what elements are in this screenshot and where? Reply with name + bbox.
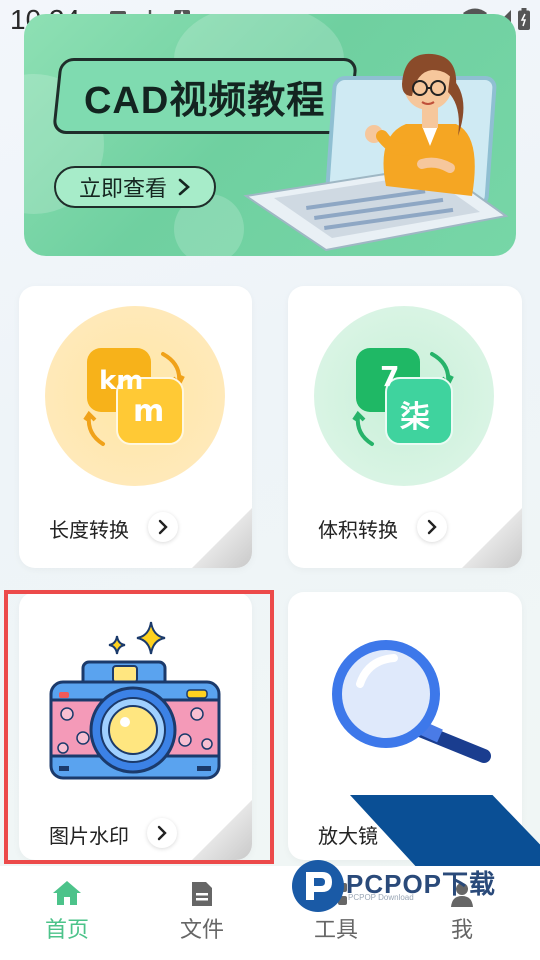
selection-highlight bbox=[4, 590, 274, 864]
view-now-button[interactable]: 立即查看 bbox=[54, 166, 216, 208]
page-curl-decoration bbox=[192, 508, 252, 568]
tab-files[interactable]: 文件 bbox=[157, 880, 247, 944]
magnifier-icon bbox=[332, 640, 491, 763]
tab-me-label: 我 bbox=[450, 918, 473, 943]
length-open-button[interactable] bbox=[148, 512, 178, 542]
tab-home-label: 首页 bbox=[44, 918, 89, 943]
volume-conversion-card[interactable]: 7 柒 体积转换 bbox=[288, 286, 522, 568]
length-conversion-card[interactable]: km m 长度转换 bbox=[19, 286, 252, 568]
view-now-label: 立即查看 bbox=[78, 177, 167, 202]
chevron-right-icon bbox=[427, 519, 437, 535]
length-icon-km: km bbox=[99, 366, 144, 396]
volume-open-button[interactable] bbox=[417, 512, 447, 542]
volume-icon-seven: 7 bbox=[380, 360, 400, 393]
volume-icon-qi: 柒 bbox=[400, 400, 430, 435]
watermark-subtitle: PCPOP Download bbox=[348, 893, 414, 902]
card-label: 体积转换 bbox=[318, 518, 398, 542]
laptop-teacher-illustration bbox=[243, 53, 509, 252]
tab-home[interactable]: 首页 bbox=[22, 880, 112, 944]
battery-icon bbox=[518, 8, 530, 30]
chevron-right-icon bbox=[158, 519, 168, 535]
home-icon bbox=[53, 881, 81, 905]
cad-tutorial-banner[interactable]: CAD视频教程 立即查看 bbox=[24, 14, 516, 256]
tab-files-label: 文件 bbox=[179, 918, 224, 943]
card-label: 长度转换 bbox=[49, 518, 129, 542]
length-icon-m: m bbox=[133, 394, 165, 429]
card-label: 放大镜 bbox=[318, 824, 378, 848]
chevron-right-icon bbox=[178, 178, 190, 196]
pcpop-logo-icon bbox=[292, 860, 344, 912]
page-curl-decoration bbox=[462, 508, 522, 568]
file-icon bbox=[192, 882, 212, 906]
tab-tools-label: 工具 bbox=[313, 918, 358, 943]
